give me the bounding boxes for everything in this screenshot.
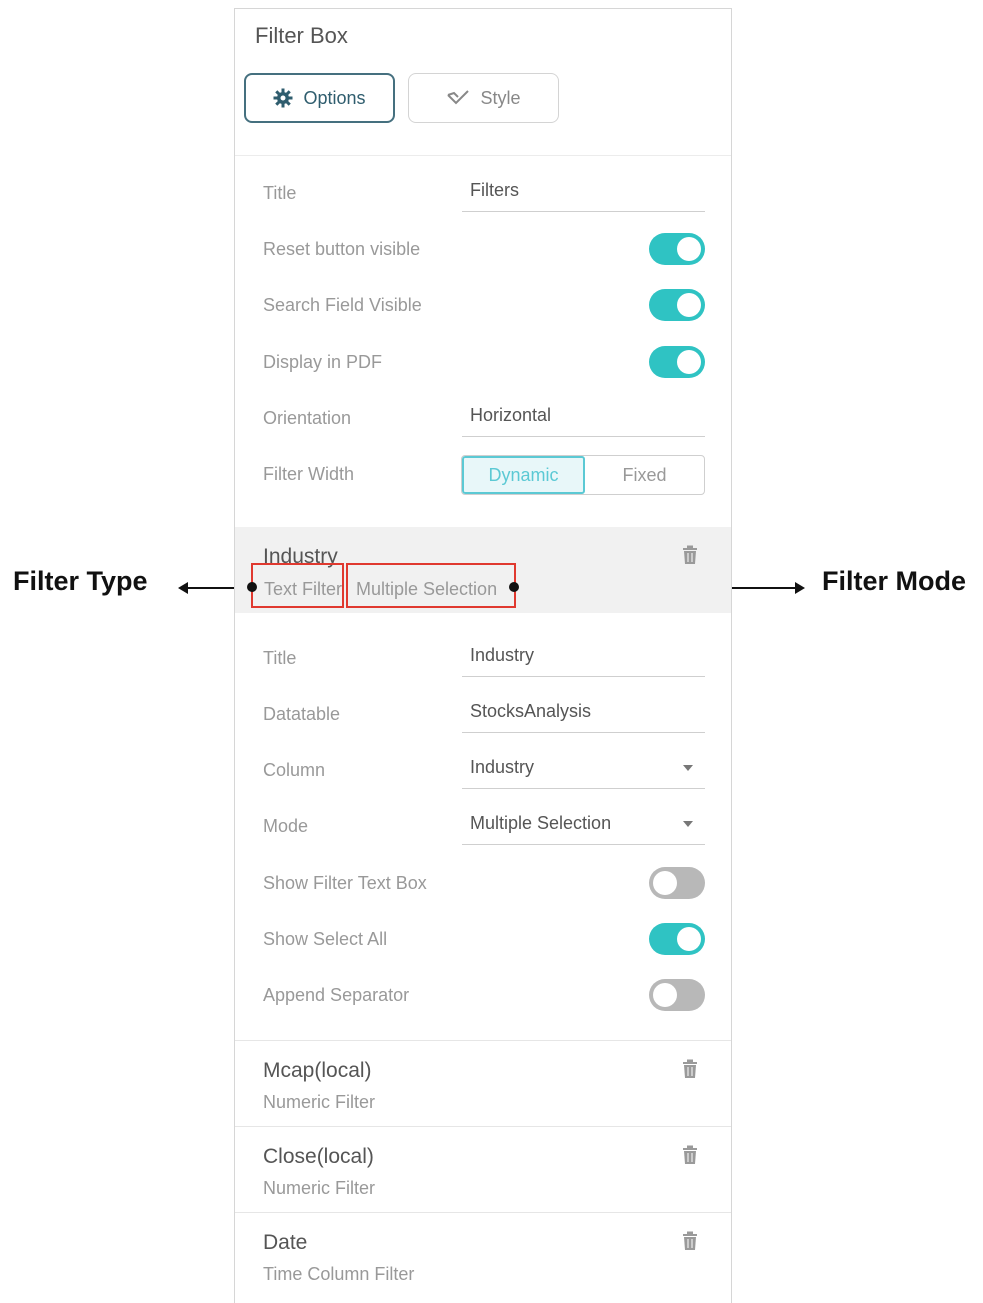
show-filter-text-box-toggle[interactable] [649, 867, 705, 899]
tab-options-label: Options [303, 87, 366, 108]
filter-mode-highlight [346, 563, 516, 608]
filter-item-type: Numeric Filter [263, 1178, 376, 1198]
show-select-all-label: Show Select All [263, 929, 388, 949]
caret-down-icon [683, 765, 693, 771]
mode-label: Mode [263, 816, 309, 836]
tab-options[interactable]: Options [244, 73, 395, 123]
title-input[interactable]: Filters [462, 176, 705, 212]
orientation-label: Orientation [263, 408, 352, 428]
filter-item-name: Mcap(local) [263, 1059, 372, 1082]
filter-width-segmented: Dynamic Fixed [461, 455, 705, 495]
filter-type-dot [247, 582, 257, 592]
show-select-all-toggle[interactable] [649, 923, 705, 955]
trash-icon[interactable] [682, 1059, 698, 1079]
trash-icon[interactable] [682, 1145, 698, 1165]
trash-icon[interactable] [682, 1231, 698, 1251]
divider [235, 155, 731, 156]
column-select[interactable]: Industry [462, 753, 705, 789]
datatable-label: Datatable [263, 704, 341, 724]
trash-icon[interactable] [682, 545, 698, 565]
column-select-value: Industry [470, 757, 535, 777]
append-separator-label: Append Separator [263, 985, 410, 1005]
caret-down-icon [683, 821, 693, 827]
reset-button-visible-label: Reset button visible [263, 239, 421, 259]
panel-title: Filter Box [255, 23, 348, 48]
datatable-input[interactable]: StocksAnalysis [462, 697, 705, 733]
append-separator-toggle[interactable] [649, 979, 705, 1011]
tab-style-label: Style [480, 87, 521, 108]
filter-mode-arrow-head [795, 582, 805, 594]
gear-icon [273, 88, 293, 108]
mode-select[interactable]: Multiple Selection [462, 809, 705, 845]
filter-item-date[interactable]: Date Time Column Filter [235, 1212, 731, 1299]
display-in-pdf-label: Display in PDF [263, 352, 383, 372]
filter-mode-dot [509, 582, 519, 592]
search-field-visible-label: Search Field Visible [263, 295, 422, 315]
filter-box-panel: Filter Box Options Style Title Filters R… [234, 8, 732, 1303]
display-in-pdf-toggle[interactable] [649, 346, 705, 378]
filter-item-type: Numeric Filter [263, 1092, 376, 1112]
mode-select-value: Multiple Selection [470, 813, 612, 833]
search-field-visible-toggle[interactable] [649, 289, 705, 321]
filter-width-fixed[interactable]: Fixed [585, 456, 704, 494]
filter-width-label: Filter Width [263, 464, 355, 484]
brush-icon [447, 90, 470, 105]
filter-type-annotation: Filter Type [13, 566, 148, 596]
filter-item-mcap[interactable]: Mcap(local) Numeric Filter [235, 1040, 731, 1127]
column-label: Column [263, 760, 326, 780]
reset-button-visible-toggle[interactable] [649, 233, 705, 265]
orientation-input[interactable]: Horizontal [462, 401, 705, 437]
filter-width-dynamic[interactable]: Dynamic [462, 456, 585, 494]
filter-item-close[interactable]: Close(local) Numeric Filter [235, 1126, 731, 1213]
filter-item-name: Date [263, 1231, 308, 1254]
title-label: Title [263, 183, 297, 203]
filter-item-type: Time Column Filter [263, 1264, 415, 1284]
industry-title-input[interactable]: Industry [462, 641, 705, 677]
filter-mode-annotation: Filter Mode [822, 566, 967, 596]
filter-type-highlight [251, 563, 344, 608]
tab-style[interactable]: Style [408, 73, 559, 123]
show-filter-text-box-label: Show Filter Text Box [263, 873, 427, 893]
filter-item-name: Close(local) [263, 1145, 374, 1168]
industry-title-label: Title [263, 648, 297, 668]
